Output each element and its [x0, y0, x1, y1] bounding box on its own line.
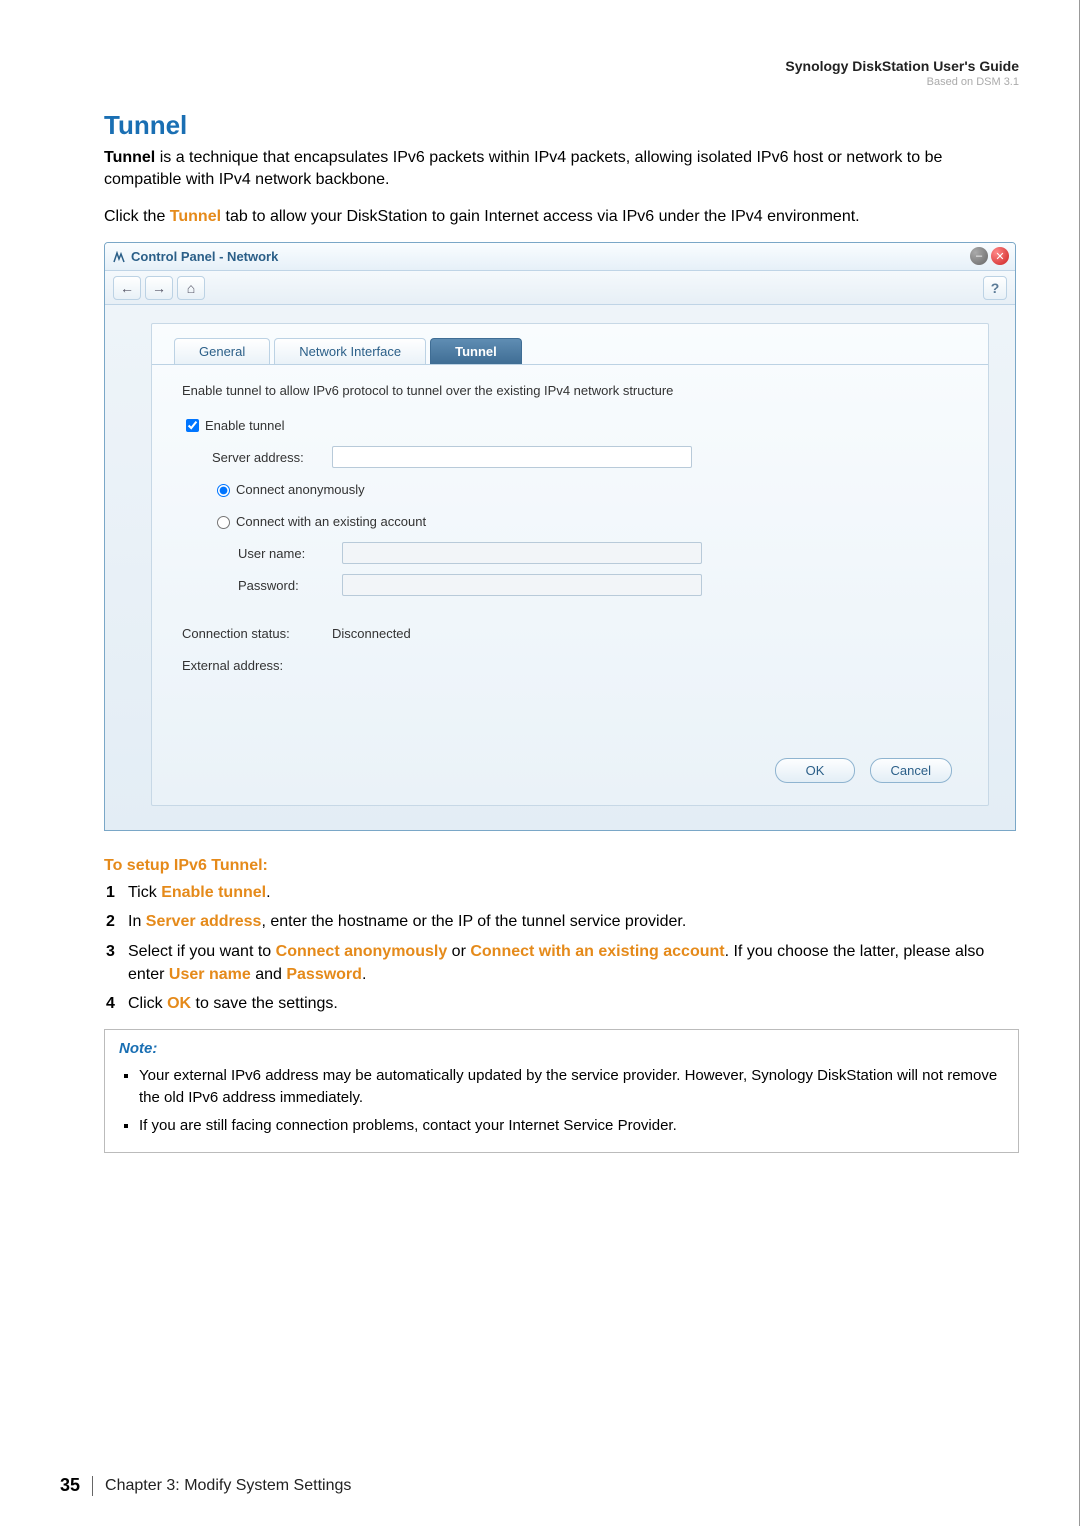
intro-paragraph-1: Tunnel is a technique that encapsulates …	[104, 147, 1019, 192]
step-3-kw3: User name	[169, 966, 251, 983]
page-footer: 35 Chapter 3: Modify System Settings	[60, 1475, 351, 1496]
tab-general[interactable]: General	[174, 338, 270, 364]
note-item-1: Your external IPv6 address may be automa…	[139, 1065, 1004, 1109]
help-button[interactable]: ?	[983, 276, 1007, 300]
cancel-button[interactable]: Cancel	[870, 758, 952, 783]
page: Synology DiskStation User's Guide Based …	[0, 0, 1080, 1526]
intro-bold: Tunnel	[104, 149, 155, 166]
setup-steps: Tick Enable tunnel. In Server address, e…	[104, 881, 1019, 1015]
window-titlebar: Control Panel - Network – ✕	[105, 243, 1015, 271]
app-logo-icon	[113, 251, 125, 263]
step-1-text: Tick	[128, 884, 161, 901]
server-address-input[interactable]	[332, 446, 692, 468]
footer-divider	[92, 1476, 93, 1496]
note-list: Your external IPv6 address may be automa…	[119, 1065, 1004, 1136]
window-title: Control Panel - Network	[131, 249, 278, 264]
step-4: Click OK to save the settings.	[106, 992, 1019, 1015]
password-input[interactable]	[342, 574, 702, 596]
page-content: Tunnel Tunnel is a technique that encaps…	[60, 110, 1019, 1153]
step-3-kw1: Connect anonymously	[276, 943, 448, 960]
enable-tunnel-label: Enable tunnel	[205, 418, 285, 433]
enable-tunnel-checkbox[interactable]	[186, 419, 199, 432]
forward-button[interactable]: →	[145, 276, 173, 300]
page-number: 35	[60, 1475, 80, 1496]
step-3-post: .	[362, 966, 366, 983]
setup-heading: To setup IPv6 Tunnel:	[104, 857, 1019, 875]
connect-anonymously-radio[interactable]	[217, 484, 230, 497]
username-label: User name:	[182, 546, 342, 561]
doc-header: Synology DiskStation User's Guide Based …	[785, 58, 1019, 88]
doc-subtitle: Based on DSM 3.1	[785, 76, 1019, 88]
step-4-post: to save the settings.	[191, 995, 338, 1012]
note-item-2: If you are still facing connection probl…	[139, 1115, 1004, 1137]
step-3-mid3: and	[251, 966, 287, 983]
back-button[interactable]: ←	[113, 276, 141, 300]
step-1: Tick Enable tunnel.	[106, 881, 1019, 904]
external-address-label: External address:	[182, 658, 332, 673]
step-3: Select if you want to Connect anonymousl…	[106, 940, 1019, 986]
home-button[interactable]: ⌂	[177, 276, 205, 300]
username-input[interactable]	[342, 542, 702, 564]
step-2-post: , enter the hostname or the IP of the tu…	[261, 913, 686, 930]
intro2-pre: Click the	[104, 208, 170, 225]
minimize-button[interactable]: –	[970, 247, 988, 265]
ok-button[interactable]: OK	[775, 758, 855, 783]
intro2-kw: Tunnel	[170, 208, 221, 225]
note-title: Note:	[119, 1040, 1004, 1057]
tab-tunnel[interactable]: Tunnel	[430, 338, 522, 364]
settings-panel: General Network Interface Tunnel Enable …	[151, 323, 989, 806]
intro-rest: is a technique that encapsulates IPv6 pa…	[104, 149, 942, 188]
step-2: In Server address, enter the hostname or…	[106, 910, 1019, 933]
password-label: Password:	[182, 578, 342, 593]
step-1-post: .	[266, 884, 270, 901]
form-description: Enable tunnel to allow IPv6 protocol to …	[182, 383, 958, 398]
step-1-kw: Enable tunnel	[161, 884, 266, 901]
intro-paragraph-2: Click the Tunnel tab to allow your DiskS…	[104, 206, 1019, 228]
window-toolbar: ← → ⌂ ?	[105, 271, 1015, 305]
step-3-kw4: Password	[286, 966, 362, 983]
intro2-post: tab to allow your DiskStation to gain In…	[221, 208, 860, 225]
tab-panel-tunnel: Enable tunnel to allow IPv6 protocol to …	[152, 364, 988, 805]
doc-title: Synology DiskStation User's Guide	[785, 58, 1019, 74]
step-3-text: Select if you want to	[128, 943, 276, 960]
connect-anonymously-label: Connect anonymously	[236, 482, 365, 497]
step-3-mid1: or	[447, 943, 470, 960]
connection-status-label: Connection status:	[182, 626, 332, 641]
close-button[interactable]: ✕	[991, 247, 1009, 265]
connect-existing-radio[interactable]	[217, 516, 230, 529]
step-2-text: In	[128, 913, 146, 930]
connect-existing-label: Connect with an existing account	[236, 514, 426, 529]
chapter-label: Chapter 3: Modify System Settings	[105, 1477, 351, 1495]
section-heading: Tunnel	[104, 110, 1019, 141]
step-4-kw: OK	[167, 995, 191, 1012]
server-address-label: Server address:	[182, 450, 332, 465]
connection-status-value: Disconnected	[332, 626, 411, 641]
tab-strip: General Network Interface Tunnel	[152, 324, 988, 364]
step-3-kw2: Connect with an existing account	[470, 943, 724, 960]
step-2-kw: Server address	[146, 913, 262, 930]
window-body: General Network Interface Tunnel Enable …	[105, 305, 1015, 830]
network-window: Control Panel - Network – ✕ ← → ⌂ ? G	[104, 242, 1016, 831]
note-box: Note: Your external IPv6 address may be …	[104, 1029, 1019, 1153]
step-4-text: Click	[128, 995, 167, 1012]
tab-network-interface[interactable]: Network Interface	[274, 338, 426, 364]
